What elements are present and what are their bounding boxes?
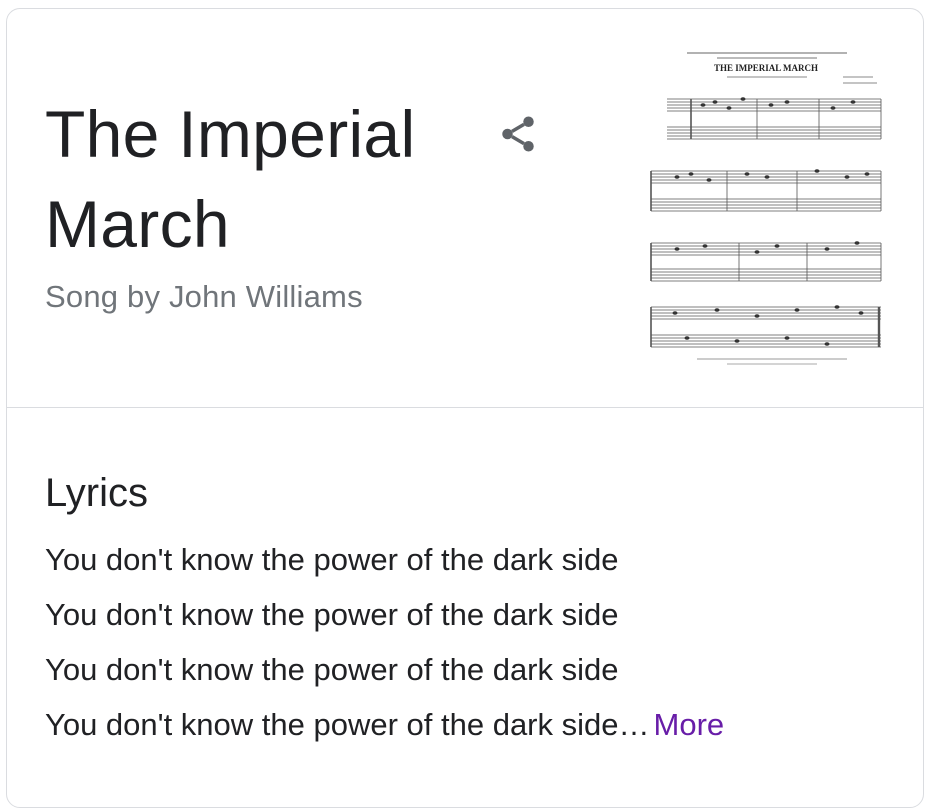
knowledge-panel-card: The Imperial March Song by John Williams… <box>6 8 924 808</box>
sheet-music-title: THE IMPERIAL MARCH <box>714 63 818 73</box>
lyric-line-last: You don't know the power of the dark sid… <box>45 697 724 752</box>
lyric-line: You don't know the power of the dark sid… <box>45 652 619 687</box>
sheet-music-thumbnail[interactable]: THE IMPERIAL MARCH <box>647 47 885 369</box>
more-link[interactable]: More <box>654 707 725 742</box>
song-subtitle: Song by John Williams <box>45 279 363 314</box>
share-icon <box>502 116 534 152</box>
lyrics-heading: Lyrics <box>45 471 148 515</box>
share-button[interactable] <box>493 109 543 159</box>
lyrics-section: Lyrics You don't know the power of the d… <box>45 471 724 752</box>
sheet-music-image: THE IMPERIAL MARCH <box>650 52 882 365</box>
lyric-line: You don't know the power of the dark sid… <box>45 597 619 632</box>
lyric-line: You don't know the power of the dark sid… <box>45 542 619 577</box>
panel-header: The Imperial March Song by John Williams… <box>7 9 923 407</box>
lyric-line-text: You don't know the power of the dark sid… <box>45 707 650 742</box>
section-divider <box>7 407 923 408</box>
